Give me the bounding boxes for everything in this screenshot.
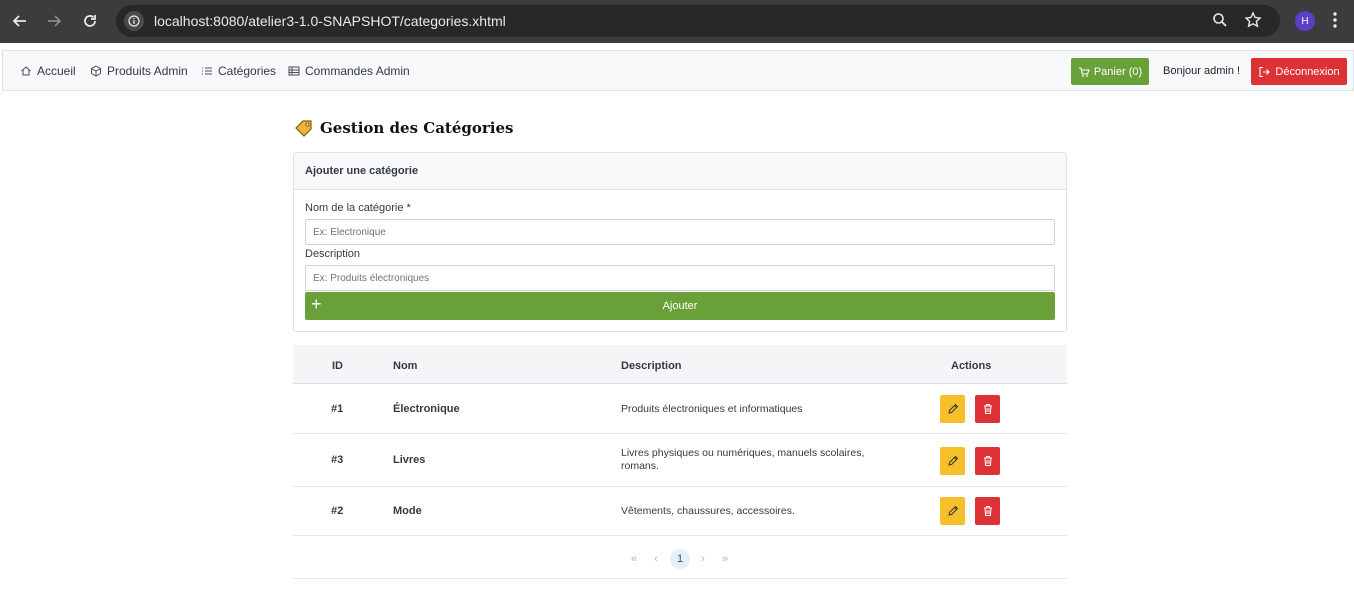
nav-item-label: Produits Admin <box>107 64 188 78</box>
logout-button[interactable]: Déconnexion <box>1251 58 1347 85</box>
list-icon <box>202 67 212 75</box>
add-category-card: Ajouter une catégorie Nom de la catégori… <box>293 152 1067 332</box>
cart-button[interactable]: Panier (0) <box>1071 58 1149 85</box>
cart-label: Panier (0) <box>1093 65 1143 78</box>
row-id: #2 <box>331 505 344 517</box>
description-label: Description <box>305 248 361 260</box>
tag-icon <box>295 120 312 137</box>
category-description-input[interactable] <box>305 265 1055 291</box>
url-host: localhost <box>154 13 210 29</box>
row-description: Livres physiques ou numériques, manuels … <box>621 447 865 472</box>
table-header: ID Nom Description Actions <box>293 345 1067 384</box>
delete-button[interactable] <box>975 395 1000 423</box>
user-greeting: Bonjour admin ! <box>1163 65 1241 77</box>
nav-item-produits-admin[interactable]: Produits Admin <box>90 64 188 78</box>
logout-icon <box>1259 66 1271 77</box>
delete-button[interactable] <box>975 447 1000 475</box>
pencil-icon <box>947 505 958 516</box>
edit-button[interactable] <box>940 497 965 525</box>
nav-item-label: Accueil <box>37 64 76 78</box>
last-page-button[interactable]: » <box>715 549 735 569</box>
app-navbar: Accueil Produits Admin Catégories Comman… <box>2 50 1354 91</box>
trash-icon <box>983 456 992 466</box>
next-page-button[interactable]: › <box>693 549 713 569</box>
nav-item-commandes-admin[interactable]: Commandes Admin <box>288 64 410 78</box>
row-name: Mode <box>393 505 422 517</box>
nav-item-categories[interactable]: Catégories <box>201 64 276 78</box>
pagination: « ‹ 1 › » <box>293 537 1067 579</box>
url-text[interactable]: localhost:8080/atelier3-1.0-SNAPSHOT/cat… <box>154 13 506 29</box>
browser-toolbar: localhost:8080/atelier3-1.0-SNAPSHOT/cat… <box>0 0 1354 43</box>
arrow-right-icon <box>48 15 62 27</box>
nav-item-label: Catégories <box>218 64 277 78</box>
cart-icon <box>1078 66 1090 77</box>
address-bar[interactable]: localhost:8080/atelier3-1.0-SNAPSHOT/cat… <box>116 5 1280 37</box>
table-row: #1 Électronique Produits électroniques e… <box>293 384 1067 434</box>
edit-button[interactable] <box>940 395 965 423</box>
back-button[interactable] <box>8 9 32 33</box>
page-1-button[interactable]: 1 <box>670 549 690 569</box>
add-category-button[interactable]: + Ajouter <box>305 292 1055 320</box>
url-path: :8080/atelier3-1.0-SNAPSHOT/categories.x… <box>209 13 506 29</box>
category-name-input[interactable] <box>305 219 1055 245</box>
first-page-button[interactable]: « <box>624 549 644 569</box>
nav-item-label: Commandes Admin <box>305 64 410 78</box>
trash-icon <box>983 404 992 414</box>
reload-button[interactable] <box>78 9 102 33</box>
name-label: Nom de la catégorie * <box>305 202 411 214</box>
row-name: Livres <box>393 454 426 466</box>
edit-button[interactable] <box>940 447 965 475</box>
arrow-left-icon <box>12 15 26 27</box>
card-header: Ajouter une catégorie <box>294 153 1066 190</box>
column-header-actions: Actions <box>951 360 992 372</box>
profile-avatar[interactable]: H <box>1295 11 1315 31</box>
reload-icon <box>84 15 96 27</box>
forward-button[interactable] <box>42 9 66 33</box>
column-header-id: ID <box>332 360 343 372</box>
plus-icon: + <box>311 294 322 314</box>
zoom-icon[interactable] <box>1212 12 1228 33</box>
prev-page-button[interactable]: ‹ <box>646 549 666 569</box>
box-icon <box>91 65 101 77</box>
column-header-description: Description <box>621 360 682 372</box>
home-icon <box>21 66 31 76</box>
column-header-nom: Nom <box>393 360 418 372</box>
nav-item-accueil[interactable]: Accueil <box>20 64 76 78</box>
table-icon <box>288 66 300 76</box>
pencil-icon <box>947 455 958 466</box>
page-title-text: Gestion des Catégories <box>320 119 514 137</box>
row-description: Vêtements, chaussures, accessoires. <box>621 505 795 517</box>
table-row: #3 Livres Livres physiques ou numériques… <box>293 434 1067 487</box>
bookmark-star-icon[interactable] <box>1244 11 1262 34</box>
delete-button[interactable] <box>975 497 1000 525</box>
categories-table: ID Nom Description Actions #1 Électroniq… <box>293 345 1067 536</box>
row-id: #1 <box>331 403 344 415</box>
trash-icon <box>983 506 992 516</box>
page-title: Gestion des Catégories <box>294 119 513 137</box>
pencil-icon <box>947 403 958 414</box>
table-row: #2 Mode Vêtements, chaussures, accessoir… <box>293 487 1067 536</box>
add-label: Ajouter <box>662 300 698 312</box>
site-info-icon[interactable] <box>124 11 144 31</box>
logout-label: Déconnexion <box>1275 65 1340 78</box>
row-id: #3 <box>331 454 344 466</box>
row-description: Produits électroniques et informatiques <box>621 403 803 415</box>
row-name: Électronique <box>393 403 460 415</box>
browser-menu-icon[interactable] <box>1333 11 1337 34</box>
